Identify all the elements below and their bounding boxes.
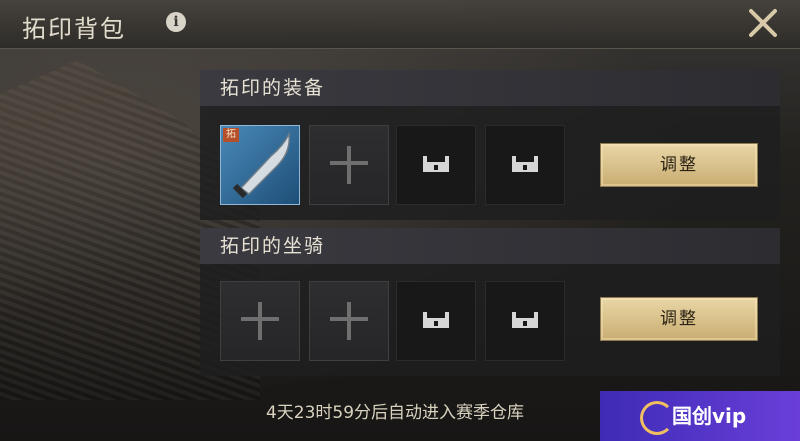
equipment-slot-2-add[interactable]	[309, 125, 389, 205]
mount-adjust-button[interactable]: 调整	[600, 297, 758, 341]
equipment-adjust-button[interactable]: 调整	[600, 143, 758, 187]
equipment-slot-4-locked	[485, 125, 565, 205]
mount-slot-1-add[interactable]	[220, 281, 300, 361]
mount-slot-2-add[interactable]	[309, 281, 389, 361]
header-bar: 拓印背包 i	[0, 0, 800, 49]
sword-icon	[232, 131, 290, 199]
plus-icon	[239, 300, 281, 342]
equipment-slot-3-locked	[396, 125, 476, 205]
plus-icon	[328, 144, 370, 186]
close-icon[interactable]	[748, 8, 778, 38]
locked-slot-icon	[512, 156, 538, 172]
locked-slot-icon	[423, 312, 449, 328]
plus-icon	[328, 300, 370, 342]
equipment-slot-1[interactable]: 拓	[220, 125, 300, 205]
mount-slot-4-locked	[485, 281, 565, 361]
info-icon[interactable]: i	[166, 12, 186, 32]
watermark-logo-icon	[640, 401, 674, 435]
locked-slot-icon	[423, 156, 449, 172]
mount-section-title: 拓印的坐骑	[200, 228, 780, 264]
locked-slot-icon	[512, 312, 538, 328]
equipment-section-title: 拓印的装备	[200, 70, 780, 106]
mount-slot-3-locked	[396, 281, 476, 361]
page-title: 拓印背包	[22, 15, 126, 43]
season-timer-text: 4天23时59分后自动进入赛季仓库	[265, 403, 525, 423]
watermark-text: 国创vip	[672, 404, 747, 428]
watermark: 国创vip	[600, 391, 800, 441]
